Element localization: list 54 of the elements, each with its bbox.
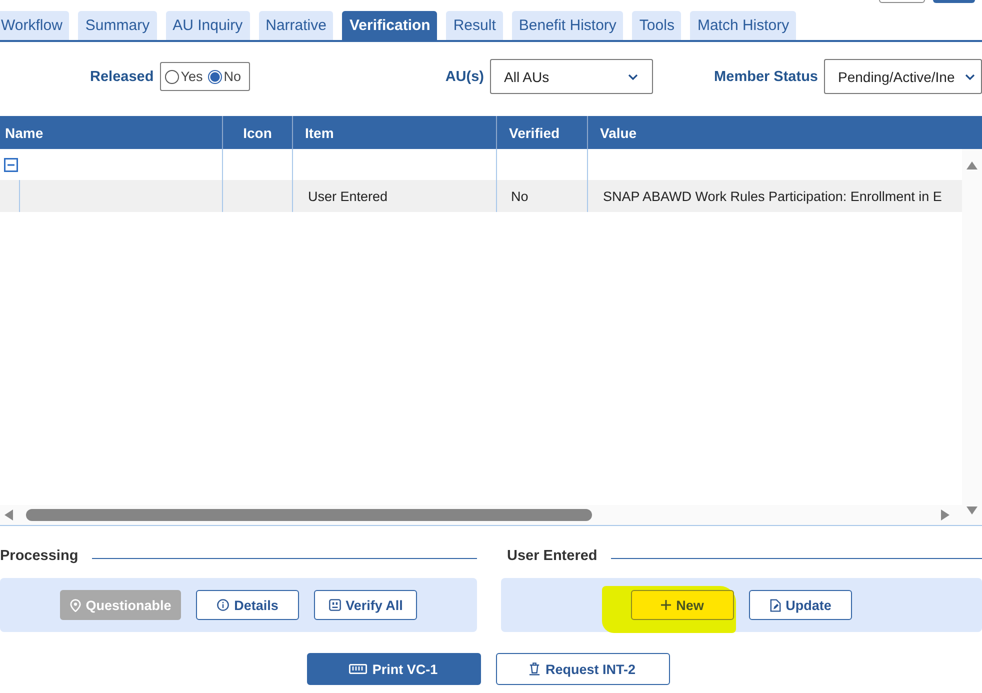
tab[interactable]: Narrative [258, 11, 334, 40]
keyboard-icon [349, 664, 368, 674]
action-button[interactable]: New [631, 590, 734, 620]
radio-button[interactable] [164, 70, 179, 84]
column-header[interactable]: Item [305, 124, 334, 140]
trash-icon [529, 662, 540, 676]
tab[interactable]: Verification [342, 11, 438, 40]
tab[interactable]: AU Inquiry [166, 11, 250, 40]
info-icon [217, 599, 230, 611]
tab[interactable]: Summary [78, 11, 157, 40]
scroll-down-icon[interactable] [966, 506, 978, 515]
released-label: Released [90, 68, 154, 84]
action-button[interactable]: Update [749, 590, 852, 620]
au-label: AU(s) [445, 68, 484, 84]
action-button[interactable]: Verify All [314, 590, 418, 620]
document-pencil-icon [770, 598, 781, 612]
column-header[interactable]: Verified [509, 124, 560, 140]
column-header[interactable]: Value [600, 124, 637, 140]
map-pin-icon [70, 598, 81, 612]
radio-label: Yes [180, 69, 203, 84]
toolbar-button[interactable] [879, 0, 925, 3]
scrollbar-thumb[interactable] [26, 509, 592, 521]
horizontal-scrollbar[interactable] [0, 505, 962, 525]
table-cell: SNAP ABAWD Work Rules Participation: Enrollment in E [603, 188, 942, 204]
chevron-down-icon [964, 74, 975, 80]
scroll-up-icon[interactable] [966, 161, 978, 170]
table-cell: User Entered [308, 188, 388, 204]
au-dropdown[interactable]: All AUs [490, 59, 653, 94]
scroll-left-icon[interactable] [4, 509, 14, 521]
tab[interactable]: Tools [632, 11, 682, 40]
collapse-icon[interactable] [4, 158, 18, 172]
tab[interactable]: Result [446, 11, 503, 40]
radio-label: No [224, 69, 241, 84]
tab[interactable]: Benefit History [512, 11, 624, 40]
section-title: Processing [0, 548, 78, 564]
column-header[interactable]: Icon [243, 124, 272, 140]
member-status-label: Member Status [714, 68, 818, 84]
chevron-down-icon [628, 74, 638, 80]
table-row[interactable]: User Entered No SNAP ABAWD Work Rules Participation: Enrollment in E [0, 180, 962, 212]
member-status-dropdown[interactable]: Pending/Active/Ine [824, 59, 982, 94]
section-title: User Entered [507, 548, 598, 564]
tab[interactable]: Match History [690, 11, 796, 40]
column-header[interactable]: Name [5, 124, 44, 140]
radio-button[interactable] [208, 70, 222, 84]
action-button[interactable]: Details [196, 590, 300, 620]
plus-icon [661, 600, 672, 610]
square-face-icon [328, 599, 341, 611]
toolbar-button[interactable] [933, 0, 975, 3]
table-cell: No [511, 188, 528, 204]
action-button[interactable]: Print VC-1 [306, 653, 480, 685]
action-button[interactable]: Request INT-2 [496, 653, 670, 685]
scroll-right-icon[interactable] [940, 509, 950, 521]
tab[interactable]: Workflow [0, 11, 70, 40]
vertical-scrollbar[interactable] [962, 149, 982, 525]
